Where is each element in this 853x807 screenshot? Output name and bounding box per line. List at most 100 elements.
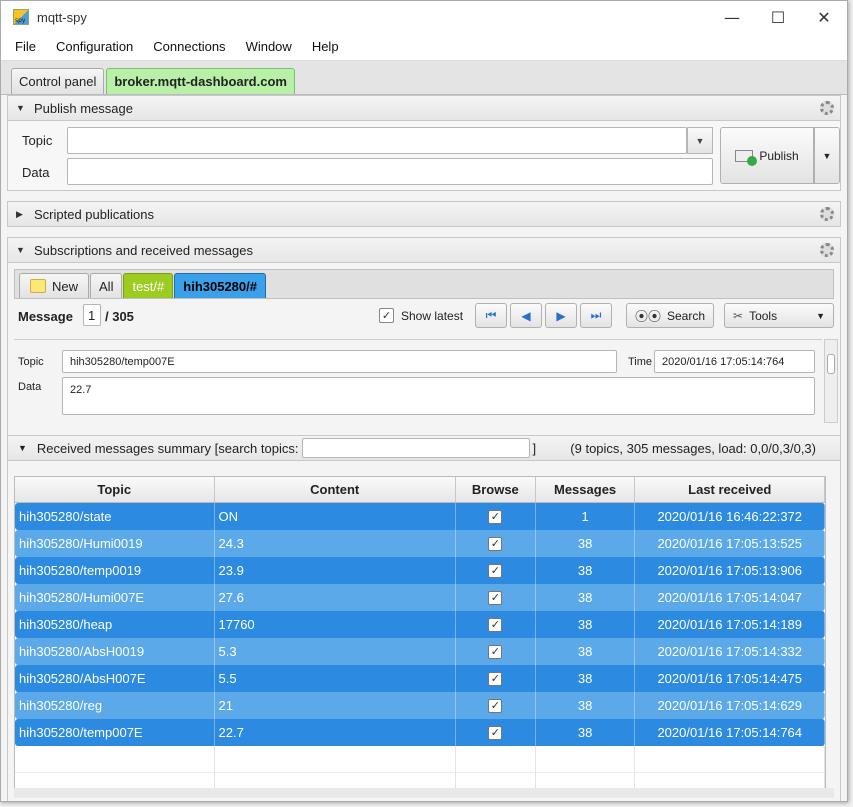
first-arrow-icon: ⏮ [485, 308, 497, 322]
cell-last-received: 2020/01/16 16:46:22:372 [635, 503, 825, 530]
first-message-button[interactable]: ⏮ [475, 303, 507, 328]
tools-icon: ✂ [733, 308, 744, 323]
browse-checkbox[interactable]: ✓ [488, 590, 503, 605]
horizontal-scrollbar[interactable] [14, 788, 834, 798]
cell-last-received: 2020/01/16 17:05:14:332 [635, 638, 825, 665]
table-row[interactable]: hih305280/temp0019 23.9 ✓ 38 2020/01/16 17:0… [15, 557, 825, 584]
message-label: Message [18, 309, 73, 324]
tab-all[interactable]: All [90, 273, 123, 298]
gear-icon[interactable] [820, 207, 834, 221]
cell-last-received: 2020/01/16 17:05:14:764 [635, 719, 825, 746]
scrollbar-thumb[interactable] [827, 354, 835, 374]
browse-checkbox[interactable]: ✓ [488, 509, 503, 524]
collapse-arrow-icon[interactable]: ▼ [16, 245, 26, 255]
tools-button[interactable]: ✂ Tools ▼ [724, 303, 834, 328]
column-topic[interactable]: Topic [15, 477, 215, 502]
browse-checkbox[interactable]: ✓ [488, 725, 503, 740]
publish-section-header[interactable]: ▼ Publish message [7, 95, 841, 121]
previous-message-button[interactable]: ◀ [510, 303, 542, 328]
publish-panel: Topic ▼ Data Publish ▼ [7, 121, 841, 191]
menu-help[interactable]: Help [312, 39, 339, 54]
publish-section-title: Publish message [34, 100, 133, 116]
connection-tabs: Control panel broker.mqtt-dashboard.com [1, 61, 847, 95]
detail-time-field[interactable]: 2020/01/16 17:05:14:764 [654, 350, 815, 373]
table-row[interactable]: hih305280/state ON ✓ 1 2020/01/16 16:46:22:3… [15, 503, 825, 530]
close-button[interactable]: ✕ [801, 1, 847, 33]
cell-messages: 38 [536, 611, 636, 638]
new-note-icon [30, 279, 46, 293]
cell-messages: 38 [536, 530, 636, 557]
search-button-label: Search [666, 308, 706, 323]
scripted-section-header[interactable]: ▶ Scripted publications [7, 201, 841, 227]
search-button[interactable]: ⦿⦿ Search [626, 303, 714, 328]
summary-title-end: ] [532, 440, 537, 456]
cell-browse: ✓ [456, 692, 536, 719]
detail-data-field[interactable]: 22.7 [62, 377, 815, 415]
cell-content: 24.3 [215, 530, 456, 557]
subscriptions-panel: New All test/# hih305280/# Message 1 / 3… [7, 263, 841, 801]
scripted-section-title: Scripted publications [34, 206, 154, 222]
publish-options-dropdown[interactable]: ▼ [814, 127, 840, 184]
publish-topic-input[interactable] [67, 127, 687, 154]
table-row[interactable]: hih305280/heap 17760 ✓ 38 2020/01/16 17:05:1… [15, 611, 825, 638]
browse-checkbox[interactable]: ✓ [488, 644, 503, 659]
maximize-button[interactable]: ☐ [755, 1, 801, 33]
detail-scrollbar[interactable] [824, 339, 838, 423]
cell-browse: ✓ [456, 557, 536, 584]
browse-checkbox[interactable]: ✓ [488, 617, 503, 632]
cell-messages: 1 [536, 503, 636, 530]
detail-topic-field[interactable]: hih305280/temp007E [62, 350, 617, 373]
table-row[interactable]: hih305280/reg 21 ✓ 38 2020/01/16 17:05:14:62… [15, 692, 825, 719]
browse-checkbox[interactable]: ✓ [488, 563, 503, 578]
minimize-button[interactable]: — [709, 1, 755, 33]
browse-checkbox[interactable]: ✓ [488, 671, 503, 686]
tab-hih305280[interactable]: hih305280/# [174, 273, 266, 298]
publish-button[interactable]: Publish [720, 127, 814, 184]
browse-checkbox[interactable]: ✓ [488, 698, 503, 713]
menu-configuration[interactable]: Configuration [56, 39, 133, 54]
table-row[interactable]: hih305280/Humi0019 24.3 ✓ 38 2020/01/16 17:0… [15, 530, 825, 557]
last-message-button[interactable]: ⏭ [580, 303, 612, 328]
table-row[interactable]: hih305280/temp007E 22.7 ✓ 38 2020/01/16 17:0… [15, 719, 825, 746]
column-content[interactable]: Content [215, 477, 456, 502]
column-messages[interactable]: Messages [536, 477, 636, 502]
expand-arrow-icon[interactable]: ▶ [16, 209, 26, 220]
menu-window[interactable]: Window [246, 39, 292, 54]
new-subscription-button[interactable]: New [19, 273, 90, 298]
summary-header[interactable]: ▼ Received messages summary [search topi… [8, 435, 840, 461]
topic-dropdown-button[interactable]: ▼ [687, 127, 713, 154]
column-last-received[interactable]: Last received [635, 477, 825, 502]
detail-topic-label: Topic [18, 356, 44, 368]
table-row[interactable]: hih305280/AbsH0019 5.3 ✓ 38 2020/01/16 17:05… [15, 638, 825, 665]
cell-messages: 38 [536, 692, 636, 719]
subscriptions-section-header[interactable]: ▼ Subscriptions and received messages [7, 237, 841, 263]
table-row[interactable]: hih305280/AbsH007E 5.5 ✓ 38 2020/01/16 17:05… [15, 665, 825, 692]
browse-checkbox[interactable]: ✓ [488, 536, 503, 551]
publish-data-input[interactable] [67, 158, 713, 185]
next-message-button[interactable]: ▶ [545, 303, 577, 328]
show-latest-label: Show latest [401, 309, 464, 323]
menu-connections[interactable]: Connections [153, 39, 225, 54]
cell-last-received: 2020/01/16 17:05:14:475 [635, 665, 825, 692]
collapse-arrow-icon[interactable]: ▼ [18, 443, 27, 453]
cell-last-received: 2020/01/16 17:05:14:629 [635, 692, 825, 719]
menu-file[interactable]: File [15, 39, 36, 54]
cell-browse: ✓ [456, 503, 536, 530]
column-browse[interactable]: Browse [456, 477, 536, 502]
gear-icon[interactable] [820, 243, 834, 257]
tab-control-panel[interactable]: Control panel [11, 68, 105, 94]
cell-topic: hih305280/AbsH0019 [15, 638, 215, 665]
gear-icon[interactable] [820, 101, 834, 115]
data-label: Data [22, 165, 50, 180]
cell-messages: 38 [536, 665, 636, 692]
message-total: / 305 [105, 309, 134, 324]
chevron-down-icon: ▼ [816, 310, 825, 321]
cell-topic: hih305280/Humi0019 [15, 530, 215, 557]
tab-broker-connection[interactable]: broker.mqtt-dashboard.com [106, 68, 295, 94]
collapse-arrow-icon[interactable]: ▼ [16, 103, 26, 113]
search-topics-input[interactable] [302, 438, 531, 458]
table-row[interactable]: hih305280/Humi007E 27.6 ✓ 38 2020/01/16 17:0… [15, 584, 825, 611]
show-latest-checkbox[interactable]: ✓ [379, 308, 394, 323]
message-index-input[interactable]: 1 [83, 304, 101, 326]
tab-test[interactable]: test/# [123, 273, 174, 298]
